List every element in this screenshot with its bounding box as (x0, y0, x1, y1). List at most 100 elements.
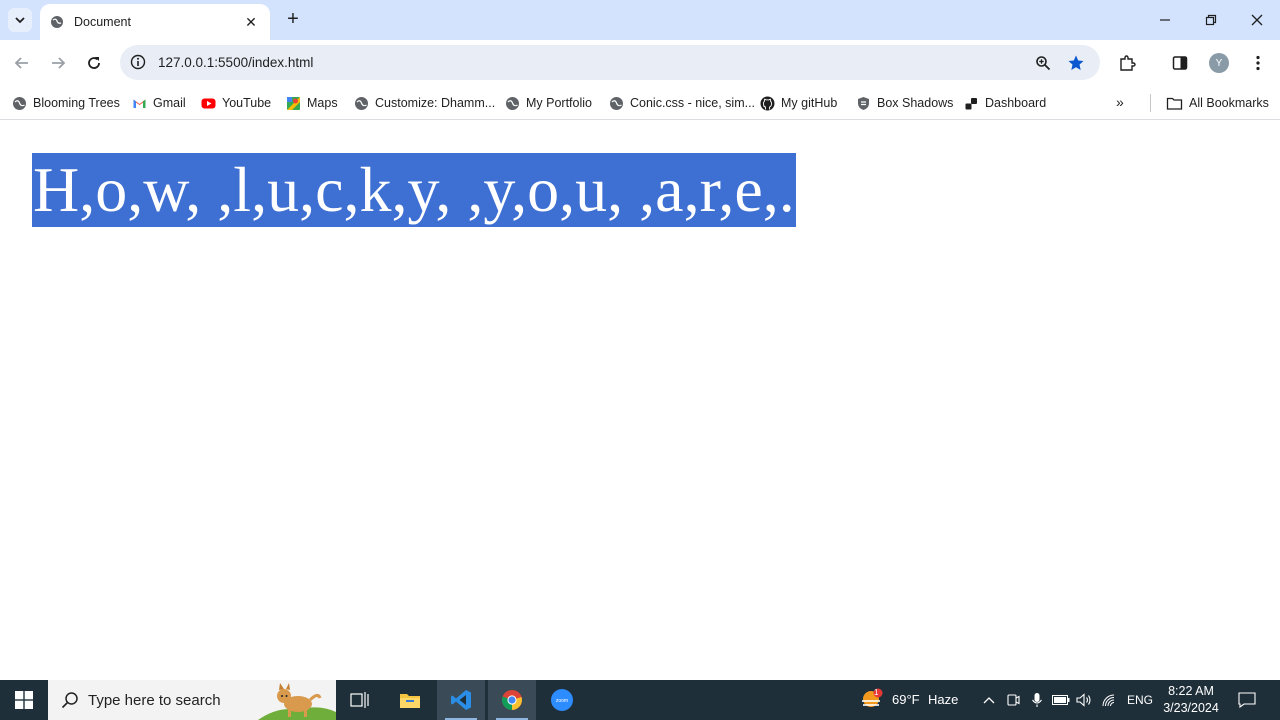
globe-icon (355, 96, 368, 110)
bookmark-label: Gmail (153, 96, 186, 110)
folder-icon (1166, 97, 1183, 110)
address-bar[interactable]: 127.0.0.1:5500/index.html (120, 45, 1100, 80)
start-button[interactable] (0, 680, 48, 720)
bookmarks-divider (1150, 94, 1151, 112)
weather-temp[interactable]: 69°F (892, 692, 920, 707)
file-explorer-icon (400, 694, 420, 708)
taskbar-vscode[interactable] (437, 680, 485, 720)
side-panel-button[interactable] (1169, 52, 1191, 74)
gmail-icon (133, 99, 146, 108)
bookmark-label: Conic.css - nice, sim... (630, 96, 756, 110)
restore-button[interactable] (1188, 0, 1234, 40)
battery-icon[interactable] (1052, 691, 1070, 709)
github-icon (760, 96, 775, 110)
bookmark-label: Box Shadows (877, 96, 954, 110)
taskbar-file-explorer[interactable] (386, 680, 434, 720)
windows-logo-icon (15, 691, 33, 709)
page-viewport: H,o,w, ,l,u,c,k,y, ,y,o,u, ,a,r,e,. (0, 121, 1280, 680)
bookmark-box-shadows[interactable]: Box Shadows (856, 92, 953, 114)
bookmark-label: YouTube (222, 96, 272, 110)
maps-icon (287, 96, 300, 110)
reload-icon (88, 57, 100, 69)
shield-icon (858, 96, 869, 110)
globe-icon (506, 96, 519, 110)
bookmark-maps[interactable]: Maps (286, 92, 338, 114)
zoom-button[interactable] (1033, 53, 1053, 73)
weather-haze-icon[interactable] (860, 688, 884, 710)
task-view-button[interactable] (336, 680, 384, 720)
language-indicator[interactable]: ENG (1127, 693, 1153, 707)
url-text[interactable]: 127.0.0.1:5500/index.html (158, 55, 313, 70)
arrow-left-icon (14, 57, 28, 69)
notifications-icon[interactable] (1238, 691, 1256, 709)
bookmark-blooming-trees[interactable]: Blooming Trees (12, 92, 120, 114)
close-icon (1251, 14, 1263, 26)
all-bookmarks-button[interactable]: All Bookmarks (1166, 92, 1269, 114)
page-heading: H,o,w, ,l,u,c,k,y, ,y,o,u, ,a,r,e,. (32, 153, 796, 227)
zoom-app-icon: zoom (551, 689, 573, 711)
chevron-up-icon[interactable] (980, 691, 998, 709)
weather-badge: 1 (874, 688, 879, 697)
menu-button[interactable] (1247, 52, 1269, 74)
tab-document[interactable]: Document ✕ (40, 4, 270, 40)
reload-button[interactable] (83, 52, 105, 74)
vscode-icon (451, 690, 471, 710)
youtube-icon (201, 98, 216, 108)
bookmark-label: Dashboard (985, 96, 1047, 110)
windows-taskbar: Type here to search zoom 1 69°F Haze ENG… (0, 680, 1280, 720)
svg-text:zoom: zoom (556, 698, 568, 704)
bookmark-conic-css[interactable]: Conic.css - nice, sim... (609, 92, 755, 114)
clock-time: 8:22 AM (1168, 684, 1214, 698)
bookmark-my-portfolio[interactable]: My Portfolio (505, 92, 592, 114)
profile-avatar[interactable]: Y (1209, 53, 1229, 73)
meet-now-icon[interactable] (1004, 691, 1022, 709)
bookmark-label: Blooming Trees (33, 96, 120, 110)
taskbar-chrome[interactable] (488, 680, 536, 720)
all-bookmarks-label: All Bookmarks (1189, 96, 1269, 110)
bookmarks-bar: Blooming Trees Gmail YouTube Maps Custom… (0, 86, 1280, 120)
dashboard-icon (965, 97, 977, 109)
bookmark-star-button[interactable] (1066, 53, 1086, 73)
forward-button[interactable] (47, 52, 69, 74)
bookmark-label: My Portfolio (526, 96, 592, 110)
extensions-button[interactable] (1116, 52, 1138, 74)
new-tab-button[interactable]: + (282, 8, 304, 32)
weather-condition[interactable]: Haze (928, 692, 958, 707)
bookmark-youtube[interactable]: YouTube (201, 92, 271, 114)
kebab-menu-icon (1256, 55, 1260, 71)
minimize-icon (1160, 19, 1170, 21)
browser-toolbar: 127.0.0.1:5500/index.html Y (0, 40, 1280, 86)
bookmark-my-github[interactable]: My gitHub (760, 92, 837, 114)
taskbar-zoom[interactable]: zoom (538, 680, 586, 720)
chevron-down-icon (15, 17, 25, 24)
site-info-icon[interactable] (130, 54, 146, 70)
star-icon (1068, 55, 1084, 70)
tab-title: Document (74, 15, 131, 29)
close-tab-icon[interactable]: ✕ (242, 14, 260, 31)
globe-icon (610, 96, 623, 110)
volume-icon[interactable] (1075, 691, 1093, 709)
back-button[interactable] (11, 52, 33, 74)
tab-strip: Document ✕ + (0, 0, 1280, 40)
arrow-right-icon (52, 57, 66, 69)
tab-search-button[interactable] (8, 8, 32, 32)
bookmark-customize-dhamm[interactable]: Customize: Dhamm... (354, 92, 495, 114)
bookmark-label: Customize: Dhamm... (375, 96, 496, 110)
puzzle-icon (1120, 55, 1136, 71)
clock-date: 3/23/2024 (1163, 701, 1219, 715)
wifi-icon[interactable] (1100, 691, 1118, 709)
bookmark-gmail[interactable]: Gmail (132, 92, 186, 114)
minimize-button[interactable] (1142, 0, 1188, 40)
bookmark-label: My gitHub (781, 96, 838, 110)
more-bookmarks-chevron-icon[interactable]: » (1116, 94, 1124, 110)
bookmark-dashboard[interactable]: Dashboard (964, 92, 1046, 114)
close-window-button[interactable] (1234, 0, 1280, 40)
globe-icon (13, 96, 26, 110)
chrome-icon (501, 690, 522, 711)
bookmark-label: Maps (307, 96, 338, 110)
system-clock[interactable]: 8:22 AM 3/23/2024 (1158, 683, 1224, 717)
microphone-icon[interactable] (1028, 691, 1046, 709)
search-highlight-dog-icon (258, 683, 336, 720)
restore-icon (1205, 14, 1217, 26)
task-view-icon (350, 692, 369, 708)
